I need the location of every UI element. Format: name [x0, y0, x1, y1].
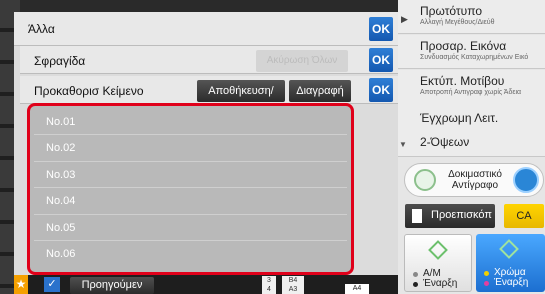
bw-start-label: Α/Μ Έναρξη: [423, 268, 458, 289]
menu-item-original[interactable]: Πρωτότυπο Αλλαγή Μεγέθους/Διεύθ: [398, 0, 545, 34]
list-item[interactable]: No.02: [34, 135, 347, 162]
menu-item-image-adjust[interactable]: Προσαρ. Εικόνα Συνδυασμός Καταχωρημένων …: [398, 35, 545, 69]
color-start-label: Χρώμα Έναρξη: [494, 267, 529, 288]
menu-item-pattern-print[interactable]: Εκτύπ. Μοτίβου Αποτροπή Αντιγραφ χωρίς Ά…: [398, 70, 545, 104]
stamp-ok-button[interactable]: OK: [369, 48, 393, 72]
status-dot: [413, 282, 418, 287]
menu-item-duplex[interactable]: 2-Όψεων: [398, 127, 545, 157]
list-item[interactable]: No.05: [34, 215, 347, 241]
preset-ok-button[interactable]: OK: [369, 78, 393, 102]
preset-text-row: Προκαθορισ Κείμενο Αποθήκευση/ Διαγραφή …: [20, 76, 398, 104]
sample-copy-label: Δοκιμαστικό Αντίγραφο: [448, 169, 502, 191]
status-dot: [413, 272, 418, 277]
bw-start-button[interactable]: Α/Μ Έναρξη: [404, 234, 472, 292]
preset-text-label: Προκαθορισ Κείμενο: [34, 84, 144, 98]
checkmark-icon[interactable]: ✓: [44, 277, 60, 292]
paper-tray-3: 34: [262, 276, 276, 294]
sample-copy-button[interactable]: Δοκιμαστικό Αντίγραφο: [404, 163, 544, 197]
copy-icon: [414, 169, 436, 191]
preview-label: Προεπισκόπ: [431, 209, 492, 221]
start-diamond-icon: [499, 239, 519, 259]
previous-button[interactable]: Προηγούμεν: [70, 277, 154, 294]
status-dot: [484, 271, 489, 276]
paper-size-a4: A4: [345, 284, 369, 294]
dialog-header: Άλλα OK: [14, 12, 398, 46]
start-icon: [513, 167, 539, 193]
preset-text-list: No.01 No.02 No.03 No.04 No.05 No.06: [27, 103, 354, 275]
stamp-row: Σφραγίδα Ακύρωση Όλων OK: [20, 46, 398, 74]
stamp-label: Σφραγίδα: [34, 54, 86, 68]
star-icon[interactable]: ★: [14, 275, 28, 294]
clear-all-button[interactable]: Ακύρωση Όλων: [256, 50, 348, 72]
list-item[interactable]: No.03: [34, 162, 347, 189]
scroll-down-icon[interactable]: ▼: [399, 140, 407, 149]
header-ok-button[interactable]: OK: [369, 17, 393, 41]
list-item[interactable]: No.06: [34, 241, 347, 267]
delete-button[interactable]: Διαγραφή: [289, 80, 351, 102]
list-item[interactable]: No.04: [34, 188, 347, 215]
paper-tray-b4-a3: B4 A3: [282, 276, 304, 294]
clear-all-ca-button[interactable]: CA: [504, 204, 544, 228]
start-diamond-icon: [428, 240, 448, 260]
document-icon: [412, 209, 422, 223]
save-edit-button[interactable]: Αποθήκευση/: [197, 80, 285, 102]
list-item[interactable]: No.01: [34, 109, 347, 136]
status-dot: [484, 281, 489, 286]
dialog-title: Άλλα: [28, 22, 55, 36]
play-icon: ▶: [401, 14, 408, 24]
color-start-button[interactable]: Χρώμα Έναρξη: [476, 234, 545, 292]
